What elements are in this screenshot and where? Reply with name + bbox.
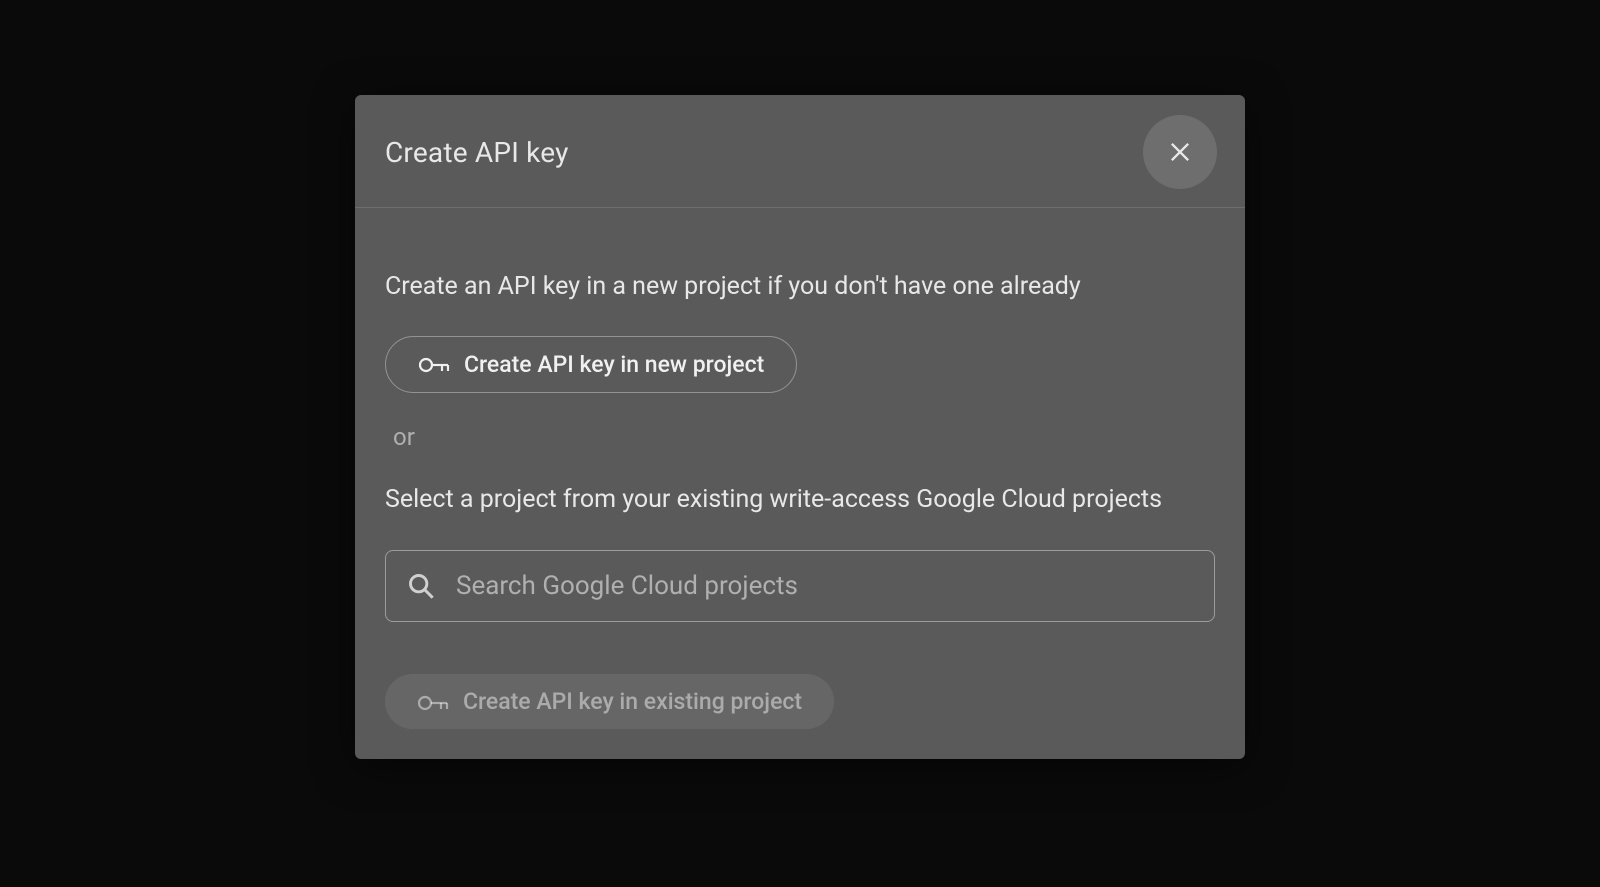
existing-project-description: Select a project from your existing writ…: [385, 481, 1215, 519]
close-button[interactable]: [1143, 115, 1217, 189]
key-icon: [417, 692, 449, 712]
key-icon: [418, 354, 450, 374]
or-separator: or: [393, 423, 1215, 451]
dialog-body: Create an API key in a new project if yo…: [355, 208, 1245, 759]
dialog-header: Create API key: [355, 95, 1245, 208]
new-project-description: Create an API key in a new project if yo…: [385, 268, 1215, 306]
create-new-project-button[interactable]: Create API key in new project: [385, 336, 797, 393]
dialog-title: Create API key: [385, 136, 569, 169]
search-projects-input[interactable]: [385, 550, 1215, 622]
search-wrapper: [385, 550, 1215, 622]
create-new-project-label: Create API key in new project: [464, 351, 764, 378]
create-existing-project-button[interactable]: Create API key in existing project: [385, 674, 834, 729]
create-api-key-dialog: Create API key Create an API key in a ne…: [355, 95, 1245, 759]
create-existing-project-label: Create API key in existing project: [463, 688, 802, 715]
close-icon: [1166, 138, 1194, 166]
